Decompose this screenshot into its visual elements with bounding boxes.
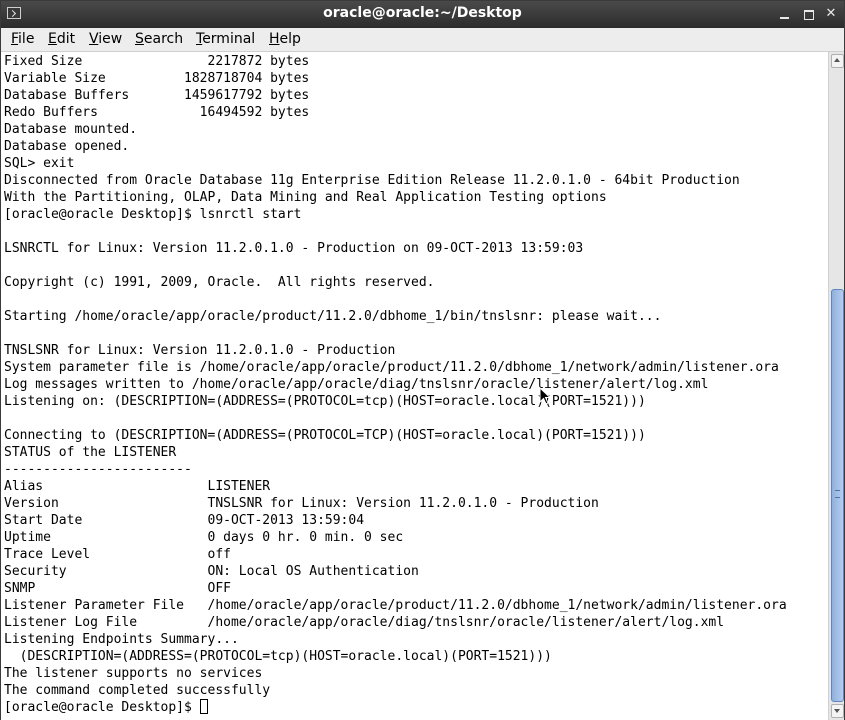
window-title: oracle@oracle:~/Desktop bbox=[323, 5, 522, 21]
title-bar[interactable]: oracle@oracle:~/Desktop ✕ bbox=[1, 1, 844, 29]
menu-file[interactable]: File bbox=[11, 31, 34, 47]
scroll-up-icon[interactable] bbox=[831, 54, 844, 68]
terminal-line: TNSLSNR for Linux: Version 11.2.0.1.0 - … bbox=[4, 343, 396, 358]
terminal-output[interactable]: Fixed Size 2217872 bytes Variable Size 1… bbox=[1, 52, 828, 720]
terminal-line: Fixed Size 2217872 bytes bbox=[4, 54, 310, 69]
terminal-line: [oracle@oracle Desktop]$ lsnrctl start bbox=[4, 207, 302, 222]
terminal-line: Log messages written to /home/oracle/app… bbox=[4, 377, 709, 392]
terminal-line: System parameter file is /home/oracle/ap… bbox=[4, 360, 779, 375]
terminal-text[interactable]: Fixed Size 2217872 bytes Variable Size 1… bbox=[1, 52, 828, 716]
terminal-line: The command completed successfully bbox=[4, 683, 271, 698]
terminal-line: (DESCRIPTION=(ADDRESS=(PROTOCOL=tcp)(HOS… bbox=[4, 649, 552, 664]
terminal-line: The listener supports no services bbox=[4, 666, 263, 681]
terminal-line: Disconnected from Oracle Database 11g En… bbox=[4, 173, 740, 188]
vertical-scrollbar[interactable] bbox=[828, 52, 844, 720]
menu-search[interactable]: Search bbox=[135, 31, 183, 47]
terminal-line: Version TNSLSNR for Linux: Version 11.2.… bbox=[4, 496, 599, 511]
maximize-icon[interactable] bbox=[801, 6, 817, 22]
terminal-window: oracle@oracle:~/Desktop ✕ File Edit View… bbox=[0, 0, 845, 720]
menu-view[interactable]: View bbox=[89, 31, 122, 47]
terminal-line: Database opened. bbox=[4, 139, 130, 154]
terminal-line: Database mounted. bbox=[4, 122, 138, 137]
terminal-line: Starting /home/oracle/app/oracle/product… bbox=[4, 309, 662, 324]
terminal-line: Redo Buffers 16494592 bytes bbox=[4, 105, 310, 120]
terminal-line: LSNRCTL for Linux: Version 11.2.0.1.0 - … bbox=[4, 241, 584, 256]
terminal-line: Trace Level off bbox=[4, 547, 231, 562]
shell-prompt: [oracle@oracle Desktop]$ bbox=[4, 700, 200, 715]
terminal-line: Listening Endpoints Summary... bbox=[4, 632, 239, 647]
menu-bar: File Edit View Search Terminal Help bbox=[1, 28, 844, 52]
terminal-line: Start Date 09-OCT-2013 13:59:04 bbox=[4, 513, 365, 528]
terminal-line: Copyright (c) 1991, 2009, Oracle. All ri… bbox=[4, 275, 435, 290]
menu-help[interactable]: Help bbox=[269, 31, 301, 47]
close-icon[interactable]: ✕ bbox=[823, 6, 839, 22]
terminal-line: Connecting to (DESCRIPTION=(ADDRESS=(PRO… bbox=[4, 428, 646, 443]
terminal-line: Listener Log File /home/oracle/app/oracl… bbox=[4, 615, 725, 630]
minimize-icon[interactable] bbox=[777, 6, 793, 22]
terminal-line: ------------------------ bbox=[4, 462, 192, 477]
terminal-line: Security ON: Local OS Authentication bbox=[4, 564, 419, 579]
mouse-pointer-icon bbox=[539, 387, 551, 405]
menu-edit[interactable]: Edit bbox=[48, 31, 75, 47]
text-cursor bbox=[199, 699, 208, 714]
menu-terminal[interactable]: Terminal bbox=[196, 31, 255, 47]
terminal-line: Variable Size 1828718704 bytes bbox=[4, 71, 310, 86]
terminal-line: Listener Parameter File /home/oracle/app… bbox=[4, 598, 787, 613]
scroll-down-icon[interactable] bbox=[831, 704, 844, 718]
terminal-line: Alias LISTENER bbox=[4, 479, 271, 494]
terminal-line: STATUS of the LISTENER bbox=[4, 445, 177, 460]
scroll-thumb[interactable] bbox=[831, 289, 844, 702]
terminal-line: Database Buffers 1459617792 bytes bbox=[4, 88, 310, 103]
terminal-line: With the Partitioning, OLAP, Data Mining… bbox=[4, 190, 607, 205]
terminal-line: Uptime 0 days 0 hr. 0 min. 0 sec bbox=[4, 530, 404, 545]
terminal-line: SQL> exit bbox=[4, 156, 75, 171]
terminal-line: SNMP OFF bbox=[4, 581, 231, 596]
